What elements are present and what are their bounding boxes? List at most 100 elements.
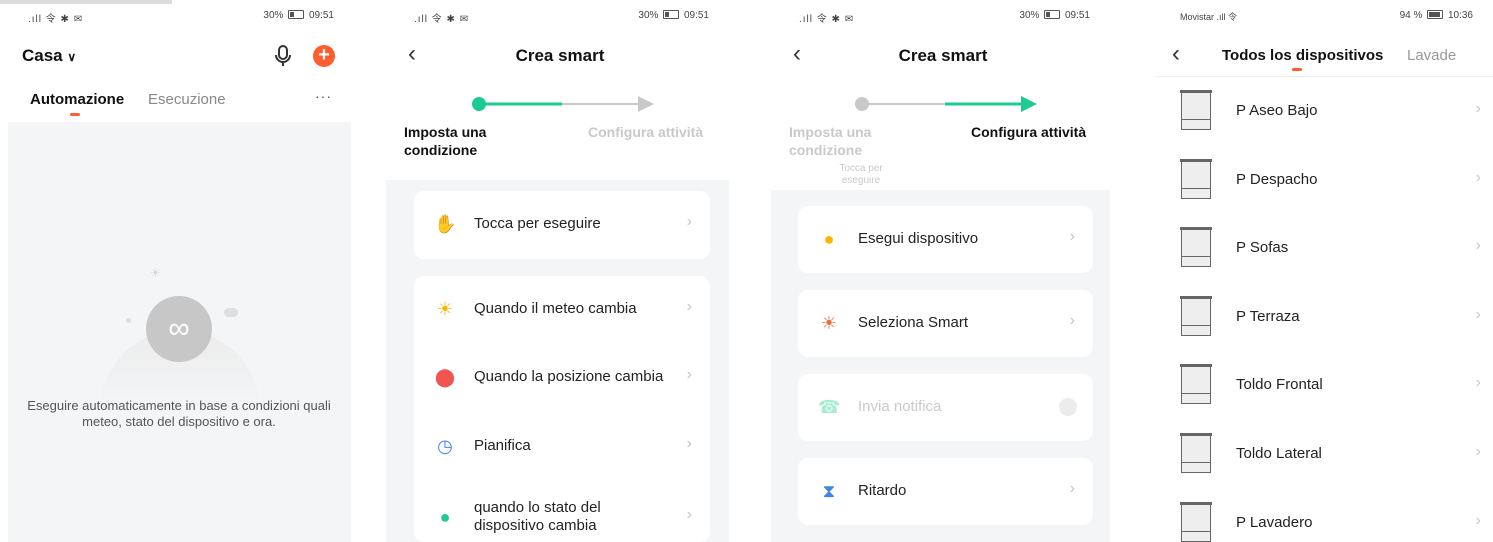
- chevron-right-icon: ›: [1069, 228, 1075, 245]
- step-task-label: Configura attività: [588, 124, 704, 140]
- chevron-right-icon: ›: [686, 506, 692, 523]
- sunrise-icon: ☀: [820, 313, 838, 333]
- status-bar: .ıll 令 ✱ ✉ 30% 09:51: [0, 8, 354, 25]
- device-row[interactable]: Toldo Lateral ›: [1156, 421, 1493, 489]
- list-item-label: Seleziona Smart: [858, 314, 969, 331]
- list-item-label: Pianifica: [474, 437, 531, 454]
- device-row[interactable]: P Lavadero ›: [1156, 490, 1493, 542]
- step-condition-sub: Tocca per eseguire: [839, 163, 883, 186]
- list-item[interactable]: ✋ Tocca per eseguire ›: [414, 191, 710, 259]
- list-item-label: Tocca per eseguire: [474, 215, 601, 232]
- device-row[interactable]: P Sofas ›: [1156, 215, 1493, 283]
- hourglass-icon: ⧗: [822, 481, 836, 501]
- sun-icon: ☀: [436, 299, 454, 319]
- list-item[interactable]: ● quando lo stato del dispositivo cambia…: [414, 482, 710, 542]
- more-icon[interactable]: ···: [315, 88, 332, 104]
- clock-icon: ◷: [437, 436, 453, 456]
- conditions-card: ☀ Quando il meteo cambia › ⬤ Quando la p…: [414, 276, 710, 542]
- status-right: 30% 09:51: [263, 10, 334, 21]
- chevron-right-icon: ›: [1069, 312, 1075, 329]
- chevron-right-icon: ›: [1069, 480, 1075, 497]
- device-name: P Despacho: [1236, 171, 1318, 188]
- chevron-right-icon: ›: [686, 435, 692, 452]
- blind-icon: [1180, 364, 1212, 404]
- chevron-right-icon: ›: [686, 213, 692, 230]
- device-row[interactable]: P Terraza ›: [1156, 284, 1493, 352]
- active-tab-indicator: [70, 113, 80, 116]
- automation-screen: .ıll 令 ✱ ✉ 30% 09:51 Casa ∨ + Automazion…: [0, 0, 354, 542]
- hand-tap-icon: ✋: [434, 214, 457, 234]
- status-right: 30% 09:51: [638, 10, 709, 21]
- empty-state-text: Eseguire automaticamente in base a condi…: [27, 398, 331, 429]
- blind-icon: [1180, 227, 1212, 267]
- tab-all-devices[interactable]: Todos los dispositivos: [1222, 47, 1383, 64]
- page-title: Crea smart: [515, 46, 605, 65]
- active-tab-indicator: [1292, 68, 1302, 71]
- home-selector[interactable]: Casa ∨: [22, 46, 76, 66]
- list-item-disabled: ☎ Invia notifica: [798, 374, 1093, 441]
- device-row[interactable]: P Despacho ›: [1156, 147, 1493, 215]
- header-area: [771, 0, 1110, 190]
- divider: [1156, 76, 1493, 77]
- blind-icon: [1180, 296, 1212, 336]
- list-item[interactable]: ☀ Seleziona Smart ›: [798, 290, 1093, 357]
- list-item-label: Quando il meteo cambia: [474, 300, 637, 317]
- list-item[interactable]: ⧗ Ritardo ›: [798, 458, 1093, 525]
- location-pin-icon: ⬤: [434, 367, 456, 387]
- create-smart-condition-screen: .ıll 令 ✱ ✉ 30% 09:51 ‹ Crea smart Impost…: [386, 0, 729, 542]
- status-bar: .ıll 令 ✱ ✉ 30% 09:51: [771, 8, 1110, 25]
- blind-icon: [1180, 433, 1212, 473]
- microphone-icon[interactable]: [272, 44, 294, 68]
- step-task-label: Configura attività: [971, 124, 1087, 140]
- device-row[interactable]: P Aseo Bajo ›: [1156, 78, 1493, 146]
- status-icons: .ıll 令 ✱ ✉: [414, 14, 470, 25]
- info-icon: [1059, 398, 1077, 416]
- status-icons: .ıll 令 ✱ ✉: [28, 14, 84, 25]
- back-arrow-icon[interactable]: ‹: [408, 40, 416, 68]
- device-row[interactable]: Toldo Frontal ›: [1156, 352, 1493, 420]
- chevron-right-icon: ›: [686, 366, 692, 383]
- back-arrow-icon[interactable]: ‹: [1172, 40, 1180, 68]
- status-icons: Movistar .ıll 令: [1180, 12, 1238, 22]
- device-name: P Aseo Bajo: [1236, 102, 1318, 119]
- chevron-down-icon: ∨: [67, 50, 77, 64]
- decor-dot: [126, 318, 131, 323]
- create-smart-task-screen: .ıll 令 ✱ ✉ 30% 09:51 ‹ Crea smart Impost…: [771, 0, 1110, 542]
- step-condition-label: Imposta una condizione: [404, 124, 487, 158]
- devices-list-screen: Movistar .ıll 令 94 % 10:36 ‹ Todos los d…: [1156, 0, 1493, 542]
- list-item-label: Quando la posizione cambia: [474, 368, 664, 385]
- progress-stepper: [472, 96, 654, 112]
- phone-message-icon: ☎: [818, 397, 841, 417]
- status-icons: .ıll 令 ✱ ✉: [799, 14, 855, 25]
- cloud-icon: [224, 308, 238, 317]
- blind-icon: [1180, 90, 1212, 130]
- tap-to-run-card[interactable]: ✋ Tocca per eseguire ›: [414, 191, 710, 259]
- list-item[interactable]: ☀ Quando il meteo cambia ›: [414, 276, 710, 344]
- chevron-right-icon: ›: [1475, 100, 1481, 117]
- chevron-right-icon: ›: [1475, 237, 1481, 254]
- list-item-label: Invia notifica: [858, 398, 942, 415]
- back-arrow-icon[interactable]: ‹: [793, 40, 801, 68]
- page-title: Crea smart: [898, 46, 988, 65]
- chevron-right-icon: ›: [1475, 443, 1481, 460]
- list-item[interactable]: ● Esegui dispositivo ›: [798, 206, 1093, 273]
- tab-automazione[interactable]: Automazione: [30, 91, 124, 108]
- step-condition-label: Imposta una condizione: [789, 124, 872, 158]
- list-item[interactable]: ◷ Pianifica ›: [414, 413, 710, 481]
- chevron-right-icon: ›: [1475, 512, 1481, 529]
- chevron-right-icon: ›: [1475, 169, 1481, 186]
- tab-lavadero[interactable]: Lavade: [1407, 47, 1456, 64]
- device-name: P Sofas: [1236, 239, 1289, 256]
- status-right: 94 % 10:36: [1399, 10, 1473, 21]
- add-button[interactable]: +: [313, 45, 335, 67]
- device-bulb-icon: ●: [439, 507, 451, 527]
- list-item-label: Ritardo: [858, 482, 907, 499]
- list-item-label: Esegui dispositivo: [858, 230, 979, 247]
- blind-icon: [1180, 502, 1212, 542]
- status-bar: Movistar .ıll 令 94 % 10:36: [1156, 8, 1493, 24]
- device-name: Toldo Frontal: [1236, 376, 1323, 393]
- list-item[interactable]: ⬤ Quando la posizione cambia ›: [414, 344, 710, 412]
- small-sun-icon: ☀: [150, 266, 161, 280]
- tab-esecuzione[interactable]: Esecuzione: [148, 91, 226, 108]
- device-name: P Terraza: [1236, 308, 1300, 325]
